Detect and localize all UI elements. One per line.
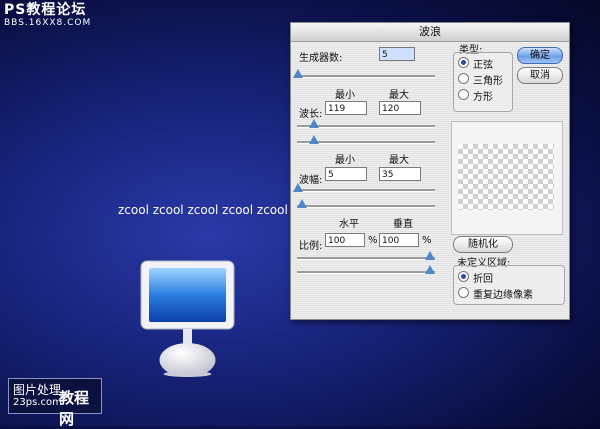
scale-v-unit: % (422, 235, 432, 246)
wave-dialog: 波浪 生成器数: 5 最小 最大 波长: 119 120 最小 最大 波幅: 5… (290, 22, 570, 320)
scale-h-slider-track[interactable] (297, 257, 435, 260)
watermark-line2: 23ps.com (13, 397, 62, 408)
background-text: zcool zcool zcool zcool zcool (118, 203, 288, 217)
type-triangle-radio[interactable] (458, 73, 469, 84)
wavelength-max-input[interactable]: 120 (379, 101, 421, 115)
dialog-title: 波浪 (291, 23, 569, 42)
imac-icon (140, 260, 235, 377)
scale-v-input[interactable]: 100 (379, 233, 419, 247)
type-square-label: 方形 (473, 92, 493, 103)
generators-slider-track[interactable] (297, 75, 435, 78)
wavelength-min-slider-thumb[interactable] (309, 119, 319, 128)
amplitude-min-slider-thumb[interactable] (293, 183, 303, 192)
watermark-line3: 教程网 (59, 389, 90, 428)
wavelength-min-header: 最小 (335, 90, 355, 101)
generators-slider-thumb[interactable] (293, 69, 303, 78)
preview-box (451, 121, 563, 235)
preview-checkerboard (458, 144, 554, 210)
amplitude-max-input[interactable]: 35 (379, 167, 421, 181)
amplitude-min-header: 最小 (335, 155, 355, 166)
type-triangle-label: 三角形 (473, 76, 503, 87)
amplitude-max-header: 最大 (389, 155, 409, 166)
type-sine-label: 正弦 (473, 60, 493, 71)
watermark-line1: 图片处理 (13, 383, 62, 397)
amplitude-max-slider-track[interactable] (297, 205, 435, 208)
watermark-bottom: 图片处理 23ps.com 教程网 (8, 378, 102, 428)
wrap-around-radio[interactable] (458, 271, 469, 282)
repeat-edge-pixels-label: 重复边缘像素 (473, 290, 533, 301)
scale-label: 比例: (299, 241, 323, 252)
amplitude-min-input[interactable]: 5 (325, 167, 367, 181)
scale-v-header: 垂直 (393, 219, 413, 230)
generators-label: 生成器数: (299, 53, 343, 64)
scale-v-slider-thumb[interactable] (425, 265, 435, 274)
watermark-url: BBS.16XX8.COM (4, 18, 92, 28)
wavelength-label: 波长: (299, 109, 323, 120)
wrap-around-label: 折回 (473, 274, 493, 285)
type-sine-radio[interactable] (458, 57, 469, 68)
amplitude-max-slider-thumb[interactable] (297, 199, 307, 208)
amplitude-min-slider-track[interactable] (297, 189, 435, 192)
scale-h-input[interactable]: 100 (325, 233, 365, 247)
scale-h-header: 水平 (339, 219, 359, 230)
wavelength-max-header: 最大 (389, 90, 409, 101)
scale-h-unit: % (368, 235, 378, 246)
wavelength-min-input[interactable]: 119 (325, 101, 367, 115)
cancel-button[interactable]: 取消 (517, 67, 563, 84)
randomize-button[interactable]: 随机化 (453, 236, 513, 253)
ok-button[interactable]: 确定 (517, 47, 563, 64)
type-square-radio[interactable] (458, 89, 469, 100)
scale-h-slider-thumb[interactable] (425, 251, 435, 260)
wavelength-max-slider-thumb[interactable] (309, 135, 319, 144)
watermark-title: PS教程论坛 (4, 2, 87, 18)
watermark-top: PS教程论坛 BBS.16XX8.COM (4, 2, 91, 28)
scale-v-slider-track[interactable] (297, 271, 435, 274)
repeat-edge-pixels-radio[interactable] (458, 287, 469, 298)
generators-input[interactable]: 5 (379, 47, 415, 61)
